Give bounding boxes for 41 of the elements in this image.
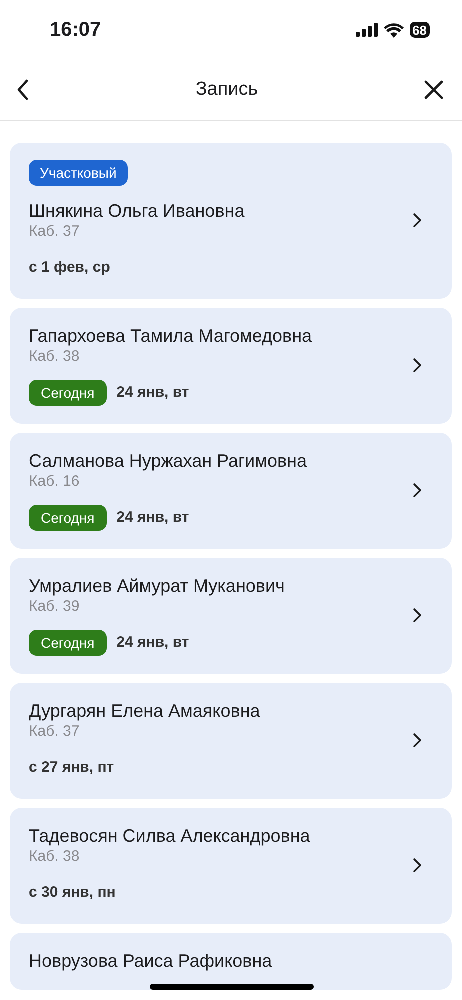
doctor-card[interactable]: Гапархоева Тамила Магомедовна Каб. 38 Сегодня 24 янв, вт: [10, 308, 452, 424]
chevron-right-icon: [413, 358, 422, 373]
wifi-icon: [384, 22, 404, 38]
doctor-name: Гапархоева Тамила Магомедовна: [29, 325, 312, 347]
appointment-date: 24 янв, вт: [116, 509, 190, 526]
chevron-right-icon: [413, 213, 422, 228]
today-badge: Сегодня: [29, 380, 107, 406]
room-number: Каб. 39: [29, 597, 80, 617]
today-badge: Сегодня: [29, 630, 107, 656]
chevron-right-icon: [413, 733, 422, 748]
doctor-card[interactable]: Дургарян Елена Амаяковна Каб. 37 с 27 янв, пт: [10, 683, 452, 799]
today-badge: Сегодня: [29, 504, 107, 530]
doctor-name: Салманова Нуржахан Рагимовна: [29, 450, 307, 472]
room-number: Каб. 38: [29, 347, 80, 367]
screen-title: Запись: [196, 79, 258, 101]
room-number: Каб. 37: [29, 722, 80, 742]
doctor-card[interactable]: Тадевосян Силва Александровна Каб. 38 с 30 янв, пн: [10, 808, 452, 924]
doctor-tag: Участковый: [29, 160, 128, 186]
room-number: Каб. 38: [29, 847, 80, 867]
appointment-date: с 30 янв, пн: [29, 884, 116, 901]
appointment-date: 24 янв, вт: [116, 634, 190, 651]
chevron-right-icon: [413, 858, 422, 873]
doctor-card[interactable]: Новрузова Раиса Рафиковна: [10, 933, 452, 990]
appointment-date: с 27 янв, пт: [29, 759, 114, 776]
room-number: Каб. 16: [29, 472, 80, 492]
battery-level: 68: [412, 22, 427, 38]
signal-icon: [356, 23, 378, 37]
doctor-name: Шнякина Ольга Ивановна: [29, 200, 245, 222]
doctor-name: Тадевосян Силва Александровна: [29, 825, 310, 847]
clock-time: 16:07: [50, 18, 102, 42]
doctor-card[interactable]: Салманова Нуржахан Рагимовна Каб. 16 Сегодня 24 янв, вт: [10, 433, 452, 549]
doctor-card[interactable]: Участковый Шнякина Ольга Ивановна Каб. 37 с 1 фев, ср: [10, 143, 452, 299]
doctor-name: Умралиев Аймурат Муканович: [29, 575, 285, 597]
room-number: Каб. 37: [29, 222, 80, 242]
appointment-date: 24 янв, вт: [116, 384, 190, 401]
chevron-right-icon: [413, 483, 422, 498]
chevron-right-icon: [413, 608, 422, 623]
doctor-name: Новрузова Раиса Рафиковна: [29, 950, 272, 972]
doctor-name: Дургарян Елена Амаяковна: [29, 700, 260, 722]
doctor-card[interactable]: Умралиев Аймурат Муканович Каб. 39 Сегодня 24 янв, вт: [10, 558, 452, 674]
appointment-date: с 1 фев, ср: [29, 259, 110, 276]
